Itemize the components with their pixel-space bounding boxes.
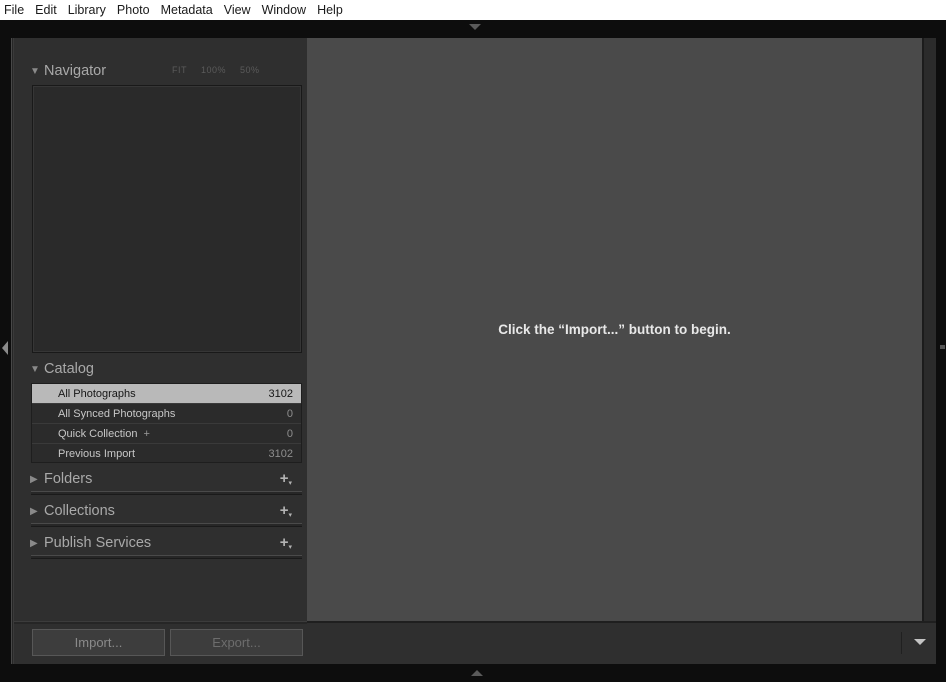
catalog-title: Catalog	[44, 361, 94, 377]
menu-library[interactable]: Library	[68, 0, 106, 20]
navigator-title: Navigator	[44, 63, 107, 79]
folders-header[interactable]: ▶ Folders +▾	[30, 468, 300, 490]
section-divider	[31, 555, 302, 559]
quick-collection-plus-icon: +	[143, 427, 150, 440]
expand-triangle-icon[interactable]: ▶	[30, 506, 44, 517]
catalog-row-label: All Synced Photographs	[58, 407, 176, 420]
menu-bar: File Edit Library Photo Metadata View Wi…	[0, 0, 946, 20]
menu-view[interactable]: View	[224, 0, 251, 20]
import-button[interactable]: Import...	[32, 629, 165, 656]
bottom-panel-toggle-icon[interactable]	[470, 669, 484, 677]
zoom-fit[interactable]: FIT	[172, 65, 187, 75]
catalog-row-quick-collection[interactable]: Quick Collection + 0	[32, 424, 301, 444]
zoom-100[interactable]: 100%	[201, 65, 226, 75]
catalog-row-count: 3102	[268, 387, 293, 400]
add-publish-service-icon[interactable]: +▾	[280, 535, 292, 554]
add-collection-icon[interactable]: +▾	[280, 503, 292, 522]
top-panel-toggle-icon[interactable]	[468, 23, 482, 31]
menu-metadata[interactable]: Metadata	[161, 0, 213, 20]
right-panel-collapsed	[924, 38, 936, 664]
section-divider	[31, 491, 302, 495]
catalog-row-label: All Photographs	[58, 387, 136, 400]
catalog-row-count: 0	[286, 427, 293, 440]
menu-help[interactable]: Help	[317, 0, 343, 20]
section-divider	[31, 523, 302, 527]
catalog-row-previous-import[interactable]: Previous Import 3102	[32, 444, 301, 464]
collapse-triangle-icon[interactable]: ▼	[30, 364, 44, 375]
publish-services-header[interactable]: ▶ Publish Services +▾	[30, 532, 300, 554]
publish-services-title: Publish Services	[44, 535, 152, 551]
empty-state-message: Click the “Import...” button to begin.	[498, 322, 731, 337]
catalog-row-all-synced[interactable]: All Synced Photographs 0	[32, 404, 301, 424]
expand-triangle-icon[interactable]: ▶	[30, 474, 44, 485]
catalog-row-label: Previous Import	[58, 448, 136, 460]
collections-title: Collections	[44, 503, 115, 519]
bottom-toolbar	[307, 621, 936, 664]
menu-photo[interactable]: Photo	[117, 0, 150, 20]
catalog-list: All Photographs 3102 All Synced Photogra…	[31, 383, 302, 463]
catalog-row-count: 3102	[268, 448, 293, 460]
app-window: ▼ Navigator FIT 100% 50% ▼ Catalog All P…	[0, 20, 946, 682]
collections-header[interactable]: ▶ Collections +▾	[30, 500, 300, 522]
zoom-50[interactable]: 50%	[240, 65, 260, 75]
expand-triangle-icon[interactable]: ▶	[30, 538, 44, 549]
catalog-row-label: Quick Collection	[58, 427, 138, 440]
catalog-header[interactable]: ▼ Catalog	[30, 358, 300, 380]
add-folder-icon[interactable]: +▾	[280, 471, 292, 490]
export-button[interactable]: Export...	[170, 629, 303, 656]
navigator-zoom-options: FIT 100% 50%	[172, 65, 260, 75]
menu-file[interactable]: File	[4, 0, 24, 20]
left-panel-bottom-divider	[14, 621, 308, 624]
folders-title: Folders	[44, 471, 93, 487]
catalog-row-all-photographs[interactable]: All Photographs 3102	[32, 384, 301, 404]
toolbar-separator	[901, 632, 902, 654]
left-panel-toggle-icon[interactable]	[1, 340, 9, 356]
collapse-triangle-icon[interactable]: ▼	[30, 66, 44, 77]
catalog-row-label-wrap: Quick Collection +	[58, 428, 150, 440]
navigator-preview	[32, 85, 302, 353]
menu-edit[interactable]: Edit	[35, 0, 57, 20]
menu-window[interactable]: Window	[262, 0, 306, 20]
toolbar-content-dropdown-icon[interactable]	[913, 637, 927, 647]
left-panel: ▼ Navigator FIT 100% 50% ▼ Catalog All P…	[13, 38, 308, 664]
main-content-area: Click the “Import...” button to begin.	[307, 38, 922, 621]
right-panel-toggle-icon[interactable]	[940, 345, 945, 349]
catalog-row-count: 0	[286, 407, 293, 420]
